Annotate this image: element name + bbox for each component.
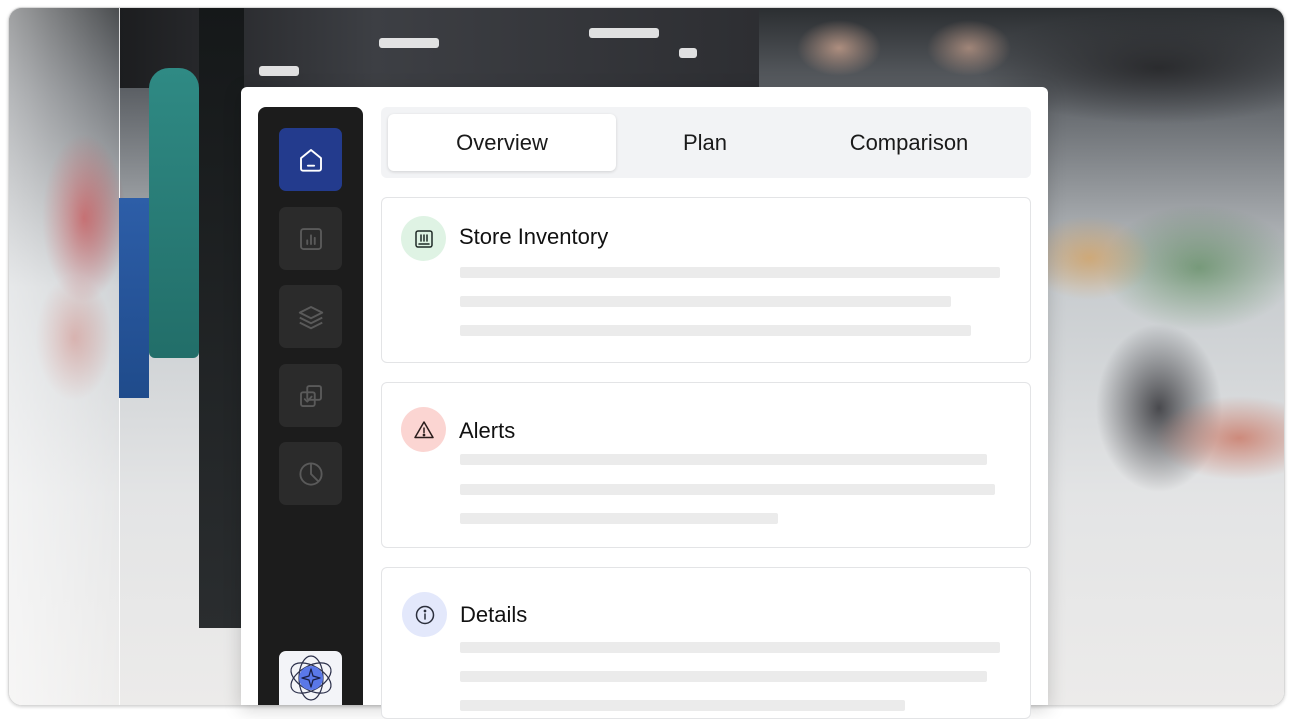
sidebar-item-layers[interactable]: [279, 285, 342, 348]
inventory-icon-badge: [401, 216, 446, 261]
copy-check-icon: [299, 384, 322, 407]
card-alerts: Alerts: [381, 382, 1031, 548]
card-store-inventory: Store Inventory: [381, 197, 1031, 363]
tab-strip: Overview Plan Comparison: [381, 107, 1031, 178]
home-icon: [299, 148, 322, 172]
tab-overview[interactable]: Overview: [388, 114, 616, 171]
skeleton-line: [460, 484, 995, 495]
warning-icon-badge: [401, 407, 446, 452]
skeleton-line: [460, 513, 778, 524]
skeleton-line: [460, 642, 1000, 653]
card-title: Details: [460, 602, 528, 627]
bar-chart-icon: [299, 227, 322, 250]
pie-chart-icon: [298, 461, 323, 486]
sidebar-item-home[interactable]: [279, 128, 342, 191]
sidebar-item-tasks[interactable]: [279, 364, 342, 427]
ai-assistant-button[interactable]: [279, 651, 342, 705]
sidebar: [258, 107, 363, 705]
inventory-icon: [414, 229, 433, 248]
background-store-wall: [199, 8, 244, 628]
background-mannequin: [149, 68, 199, 358]
skeleton-line: [460, 700, 905, 711]
sidebar-item-analytics[interactable]: [279, 442, 342, 505]
info-icon-badge: [402, 592, 447, 637]
card-title: Alerts: [459, 418, 516, 443]
tab-comparison[interactable]: Comparison: [795, 114, 1023, 171]
info-icon: [415, 605, 434, 624]
background-display: [119, 198, 149, 398]
card-details: Details: [381, 567, 1031, 719]
warning-icon: [413, 420, 434, 438]
card-title: Store Inventory: [459, 224, 609, 249]
skeleton-line: [460, 454, 987, 465]
layers-icon: [298, 305, 323, 329]
tab-plan[interactable]: Plan: [591, 114, 819, 171]
sidebar-item-reports[interactable]: [279, 207, 342, 270]
skeleton-line: [460, 296, 951, 307]
skeleton-line: [460, 671, 987, 682]
background-pillar: [9, 8, 120, 705]
skeleton-line: [460, 267, 1000, 278]
skeleton-line: [460, 325, 971, 336]
ai-sparkle-icon: [289, 655, 332, 701]
app-window: Overview Plan Comparison Store Inventory…: [241, 87, 1048, 719]
